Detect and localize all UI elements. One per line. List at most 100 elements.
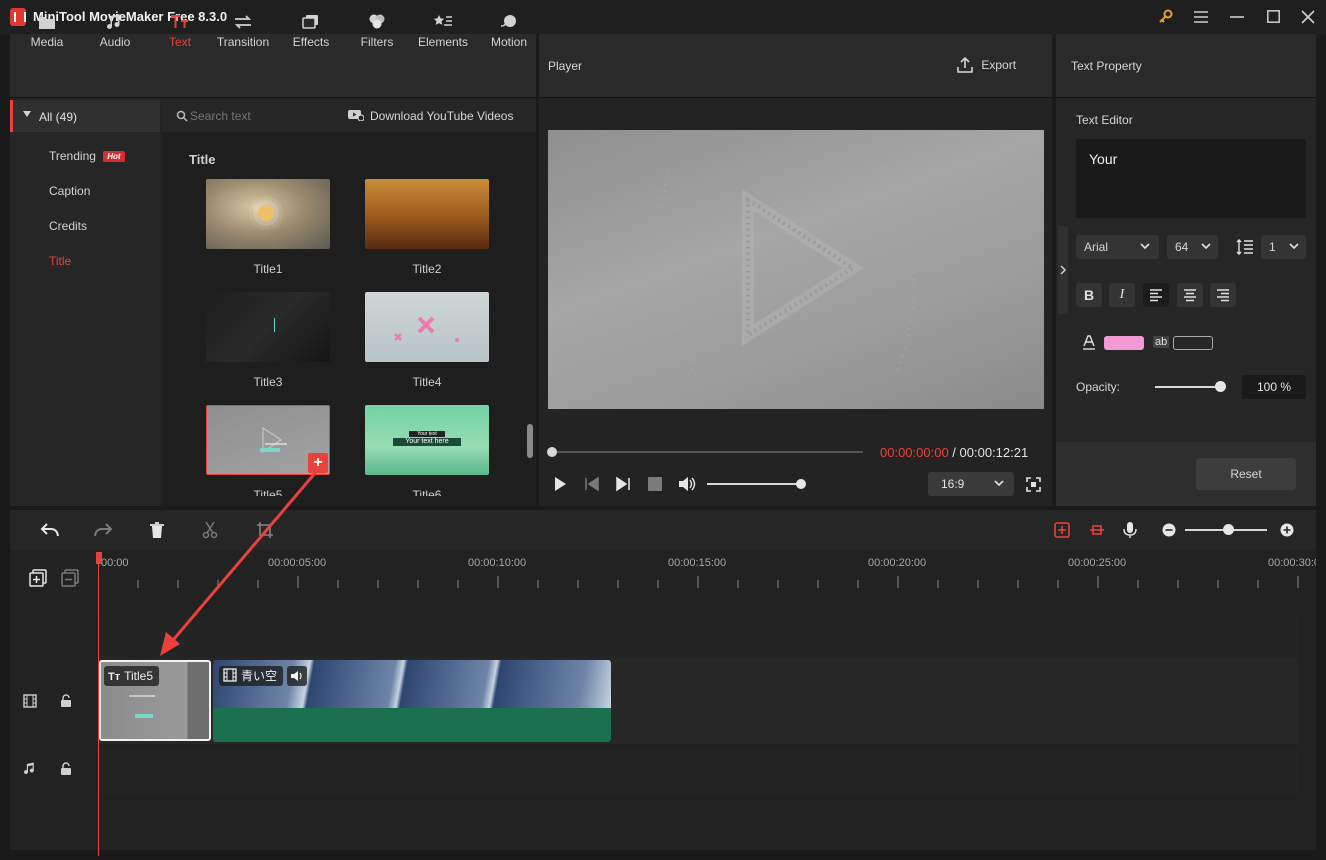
aspect-ratio-select[interactable]: 16:9: [928, 472, 1014, 496]
tab-elements[interactable]: Elements: [412, 0, 474, 64]
tick-label: 00:00:15:00: [668, 557, 727, 569]
drag-arrow-annotation: [160, 471, 318, 656]
video-clip[interactable]: 青い空: [213, 660, 611, 742]
tab-motion[interactable]: Motion: [482, 0, 536, 64]
opacity-label: Opacity:: [1076, 380, 1121, 394]
text-editor-input[interactable]: Your: [1076, 139, 1306, 218]
font-size-value: 64: [1175, 240, 1189, 254]
download-youtube-videos-button[interactable]: Download YouTube Videos: [370, 109, 513, 123]
menu-icon[interactable]: [1190, 6, 1212, 28]
stop-button[interactable]: [648, 477, 662, 491]
split-audio-button[interactable]: [1054, 522, 1070, 541]
redo-button[interactable]: [93, 522, 113, 541]
collapse-panel-handle[interactable]: [1058, 226, 1068, 314]
export-icon: [957, 56, 973, 73]
playhead[interactable]: [98, 552, 99, 856]
progress-track[interactable]: [552, 451, 863, 453]
title1-label: Title1: [253, 262, 283, 276]
text-editor-value: Your: [1089, 151, 1118, 167]
tab-filters[interactable]: Filters: [348, 0, 406, 64]
tab-media[interactable]: Media: [18, 0, 76, 64]
skip-forward-icon: [616, 476, 630, 492]
category-item-credits[interactable]: Credits: [49, 219, 87, 233]
volume-handle[interactable]: [796, 479, 806, 489]
music-note-icon: [107, 14, 120, 29]
title-clip[interactable]: Tт Title5: [99, 660, 211, 741]
reset-button[interactable]: Reset: [1196, 458, 1296, 490]
undo-button[interactable]: [40, 522, 60, 541]
remove-track-icon: [61, 569, 79, 587]
play-button[interactable]: [552, 476, 568, 495]
title2-thumbnail[interactable]: [365, 179, 489, 249]
chevron-down-icon: [994, 480, 1004, 487]
remove-track-button[interactable]: [61, 569, 79, 590]
zoom-in-icon: [1280, 523, 1294, 537]
volume-button[interactable]: [678, 476, 696, 495]
font-family-select[interactable]: Arial: [1076, 235, 1159, 259]
redo-icon: [94, 523, 113, 537]
italic-button[interactable]: I: [1109, 283, 1135, 307]
tab-effects[interactable]: Effects: [282, 0, 340, 64]
next-frame-button[interactable]: [615, 476, 631, 495]
lock-icon[interactable]: [60, 762, 72, 779]
playhead-handle[interactable]: [96, 552, 102, 564]
category-item-trending[interactable]: Trending Hot: [49, 149, 125, 163]
export-button[interactable]: Export: [956, 56, 1016, 74]
opacity-value[interactable]: 100 %: [1242, 375, 1306, 399]
volume-slider[interactable]: [707, 483, 801, 485]
font-size-select[interactable]: 64: [1167, 235, 1218, 259]
key-icon[interactable]: [1155, 6, 1177, 28]
title1-thumbnail[interactable]: [206, 179, 330, 249]
font-color-swatch[interactable]: [1104, 336, 1144, 350]
title2-label: Title2: [412, 262, 442, 276]
tab-text[interactable]: Text: [152, 0, 208, 64]
bold-button[interactable]: B: [1076, 283, 1102, 307]
audio-detach-icon: [1054, 522, 1070, 538]
background-color-swatch[interactable]: [1173, 336, 1213, 350]
zoom-out-button[interactable]: [1162, 523, 1176, 540]
tick-label: 00:00:25:00: [1068, 557, 1127, 569]
tab-label: Effects: [292, 35, 330, 49]
minimize-icon[interactable]: [1226, 6, 1248, 28]
chevron-down-icon: [1289, 243, 1299, 250]
font-family-value: Arial: [1084, 240, 1109, 254]
play-icon: [555, 477, 566, 491]
tab-label: Filters: [360, 35, 394, 49]
tab-audio[interactable]: Audio: [86, 0, 144, 64]
clip-volume-icon[interactable]: [287, 666, 307, 686]
tab-transition[interactable]: Transition: [212, 0, 274, 64]
progress-handle[interactable]: [547, 447, 557, 457]
library-scrollbar[interactable]: [527, 424, 533, 458]
tab-label: Audio: [99, 35, 131, 49]
align-right-button[interactable]: [1210, 283, 1236, 307]
chevron-down-icon: [1201, 243, 1211, 250]
microphone-icon: [1123, 522, 1137, 538]
category-item-title[interactable]: Title: [49, 254, 71, 268]
category-item-caption[interactable]: Caption: [49, 184, 90, 198]
close-icon[interactable]: [1297, 6, 1319, 28]
previous-frame-button[interactable]: [584, 476, 600, 495]
fullscreen-button[interactable]: [1026, 477, 1041, 495]
title4-thumbnail[interactable]: [365, 292, 489, 362]
opacity-handle[interactable]: [1215, 381, 1226, 392]
tab-label: Media: [30, 35, 64, 49]
lock-icon[interactable]: [60, 694, 72, 711]
category-all[interactable]: All (49): [10, 100, 160, 132]
align-left-button[interactable]: [1143, 283, 1169, 307]
maximize-icon[interactable]: [1262, 6, 1284, 28]
opacity-slider[interactable]: [1155, 386, 1220, 388]
title3-thumbnail[interactable]: [206, 292, 330, 362]
zoom-out-icon: [1162, 523, 1176, 537]
voiceover-button[interactable]: [1122, 521, 1138, 542]
line-spacing-select[interactable]: 1: [1261, 235, 1306, 259]
add-track-button[interactable]: [29, 569, 47, 590]
video-preview[interactable]: [548, 130, 1044, 409]
audio-track-icon: [23, 762, 37, 779]
zoom-handle[interactable]: [1223, 524, 1234, 535]
zoom-in-button[interactable]: [1280, 523, 1294, 540]
search-input[interactable]: [190, 106, 330, 126]
title6-thumbnail[interactable]: Your text Your text here: [365, 405, 489, 475]
snap-button[interactable]: [1089, 522, 1105, 541]
align-center-button[interactable]: [1177, 283, 1203, 307]
text-editor-label: Text Editor: [1076, 113, 1133, 127]
